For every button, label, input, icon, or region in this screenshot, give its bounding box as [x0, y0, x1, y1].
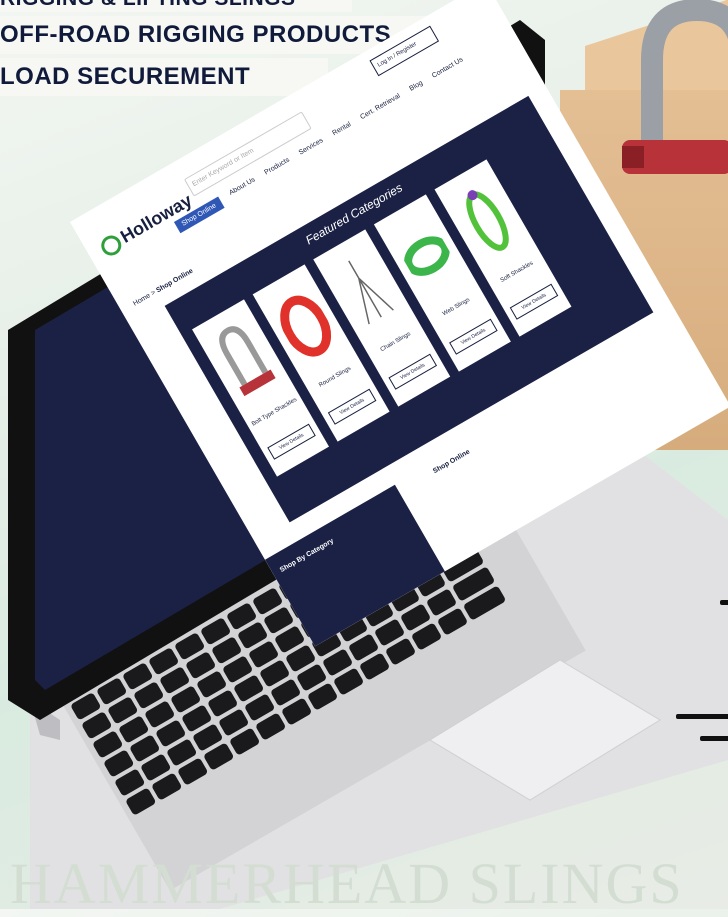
view-details-button[interactable]: View Details — [267, 423, 316, 460]
breadcrumb-home[interactable]: Home — [132, 292, 152, 307]
decorative-dash — [700, 736, 728, 741]
view-details-button[interactable]: View Details — [449, 318, 498, 355]
breadcrumb-current: Shop Online — [155, 267, 195, 295]
decorative-dash — [720, 600, 728, 605]
decorative-dash — [676, 714, 728, 719]
view-details-button[interactable]: View Details — [327, 388, 377, 425]
nav-blog[interactable]: Blog — [408, 80, 427, 98]
nav-contact-us[interactable]: Contact Us — [431, 56, 467, 85]
view-details-button[interactable]: View Details — [509, 283, 559, 320]
watermark: HAMMERHEAD SLINGS — [10, 851, 684, 916]
nav-services[interactable]: Services — [298, 137, 328, 162]
shop-online-heading: Shop Online — [432, 448, 472, 476]
nav-cert-retrieval[interactable]: Cert. Retrieval — [359, 93, 404, 127]
nav-products[interactable]: Products — [263, 157, 293, 182]
nav-rental[interactable]: Rental — [331, 121, 355, 142]
shop-by-category-label[interactable]: Shop By Category — [279, 538, 335, 574]
nav-about-us[interactable]: About Us — [228, 176, 259, 202]
view-details-button[interactable]: View Details — [388, 353, 438, 390]
